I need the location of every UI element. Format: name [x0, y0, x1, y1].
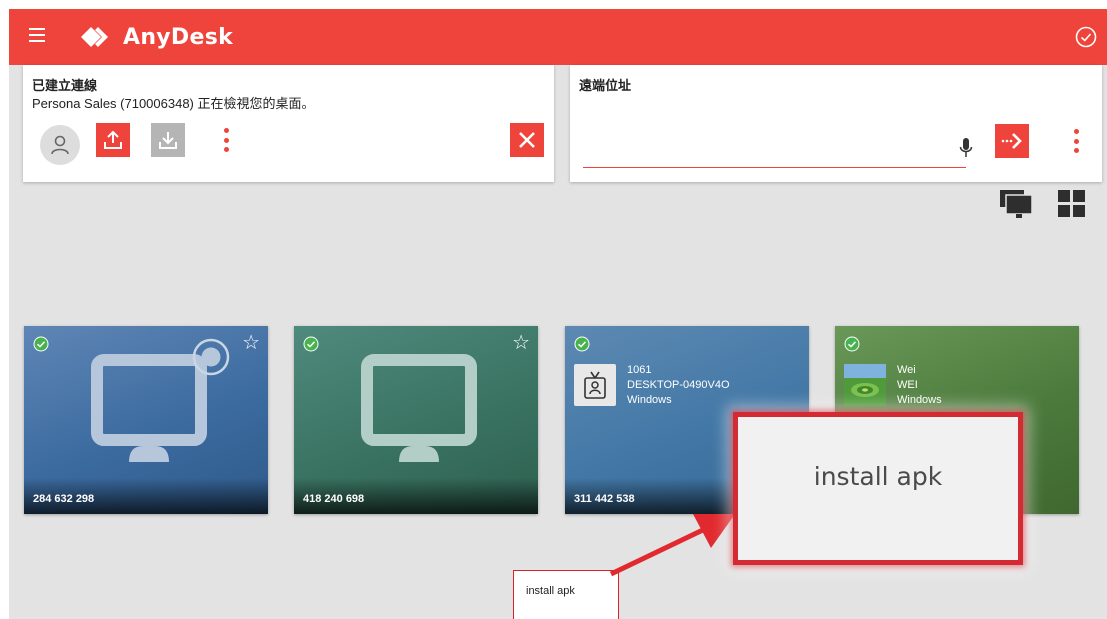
address-book-card[interactable]: ☆ 418 240 698 [294, 326, 538, 514]
monitor-view-icon[interactable] [999, 186, 1033, 220]
card-alias: Wei [897, 364, 916, 376]
online-status-icon [303, 336, 319, 352]
badge-icon [574, 364, 616, 406]
landscape-thumbnail-icon [844, 364, 886, 406]
zoomed-callout-text: install apk [813, 462, 943, 491]
favorite-star-icon[interactable]: ☆ [512, 332, 530, 352]
card-info: 1061 DESKTOP-0490V4O Windows [627, 363, 730, 408]
card-hostname: DESKTOP-0490V4O [627, 379, 730, 391]
card-hostname: WEI [897, 379, 918, 391]
connect-arrow-icon[interactable] [995, 124, 1029, 158]
install-apk-tooltip[interactable]: install apk [513, 570, 619, 619]
grid-view-icon[interactable] [1056, 188, 1086, 218]
card-os: Windows [627, 394, 672, 406]
connection-message: Persona Sales (710006348) 正在檢視您的桌面。 [32, 96, 315, 111]
more-icon[interactable] [1073, 129, 1079, 153]
annotation-arrow [609, 514, 735, 577]
session-indicator-icon [192, 338, 230, 376]
remote-address-input[interactable] [583, 148, 966, 168]
mic-icon[interactable] [959, 137, 973, 159]
card-id: 418 240 698 [303, 493, 365, 505]
online-status-icon [33, 336, 49, 352]
top-bar: AnyDesk [9, 9, 1107, 65]
anydesk-logo: AnyDesk [81, 23, 233, 51]
close-icon[interactable] [510, 123, 544, 157]
online-status-icon [844, 336, 860, 352]
remote-address-panel: 遠端位址 [570, 65, 1102, 182]
card-alias: 1061 [627, 364, 652, 376]
user-icon[interactable] [40, 125, 80, 165]
upload-icon[interactable] [96, 123, 130, 157]
monitor-icon [361, 354, 477, 462]
monitor-icon [91, 354, 207, 462]
online-status-icon [574, 336, 590, 352]
zoomed-install-apk-callout[interactable]: install apk [733, 412, 1023, 565]
card-id: 284 632 298 [33, 493, 95, 505]
anydesk-logo-icon [81, 27, 108, 47]
card-os: Windows [897, 394, 942, 406]
connection-panel: 已建立連線 Persona Sales (710006348) 正在檢視您的桌面… [23, 65, 554, 182]
app-name: AnyDesk [123, 24, 234, 50]
connection-title: 已建立連線 [32, 78, 98, 93]
download-icon[interactable] [151, 123, 185, 157]
remote-address-title: 遠端位址 [579, 78, 632, 93]
card-info: Wei WEI Windows [897, 363, 942, 408]
check-circle-icon[interactable] [1075, 26, 1097, 48]
more-icon[interactable] [223, 128, 229, 152]
hamburger-menu-icon[interactable] [29, 28, 45, 42]
address-book-card[interactable]: ☆ 284 632 298 [24, 326, 268, 514]
favorite-star-icon[interactable]: ☆ [242, 332, 260, 352]
